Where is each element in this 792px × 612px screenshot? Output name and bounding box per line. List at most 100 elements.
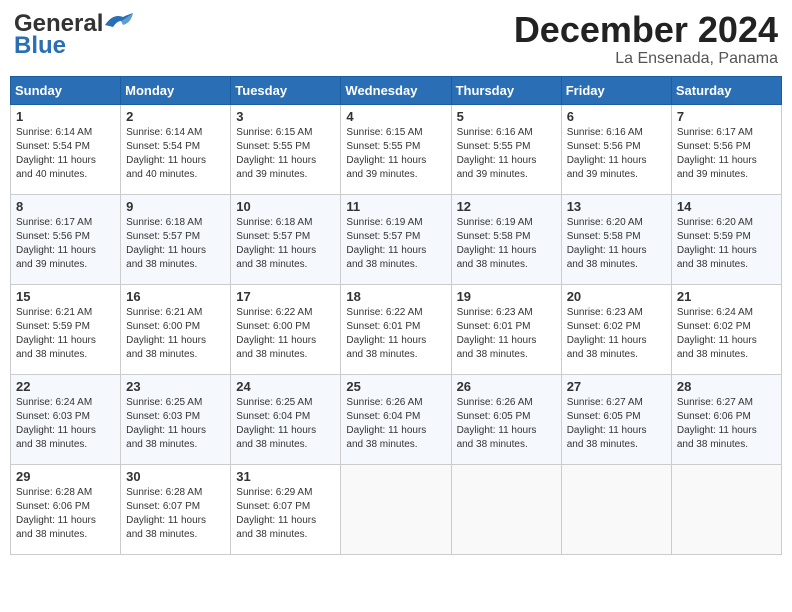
day-number: 4: [346, 109, 445, 124]
calendar-day-3: 3Sunrise: 6:15 AM Sunset: 5:55 PM Daylig…: [231, 104, 341, 194]
calendar-day-19: 19 Sunrise: 6:23 AM Sunset: 6:01 PM Dayli…: [451, 284, 561, 374]
day-header-thursday: Thursday: [451, 76, 561, 104]
day-number: 9: [126, 199, 225, 214]
calendar-week-2: 8 Sunrise: 6:17 AM Sunset: 5:56 PM Daylig…: [11, 194, 782, 284]
location: La Ensenada, Panama: [514, 50, 778, 68]
day-header-tuesday: Tuesday: [231, 76, 341, 104]
day-info: Sunrise: 6:22 AM Sunset: 6:00 PM Dayligh…: [236, 306, 335, 362]
calendar-day-26: 26 Sunrise: 6:26 AM Sunset: 6:05 PM Dayli…: [451, 374, 561, 464]
day-info: Sunrise: 6:28 AM Sunset: 6:06 PM Dayligh…: [16, 486, 115, 542]
day-number: 12: [457, 199, 556, 214]
day-info: Sunrise: 6:15 AM Sunset: 5:55 PM Dayligh…: [346, 126, 445, 182]
calendar-day-31: 31Sunrise: 6:29 AM Sunset: 6:07 PM Dayli…: [231, 464, 341, 554]
calendar-day-28: 28Sunrise: 6:27 AM Sunset: 6:06 PM Dayli…: [671, 374, 781, 464]
day-info: Sunrise: 6:26 AM Sunset: 6:04 PM Dayligh…: [346, 396, 445, 452]
day-info: Sunrise: 6:20 AM Sunset: 5:58 PM Dayligh…: [567, 216, 666, 272]
day-number: 18: [346, 289, 445, 304]
calendar-day-2: 2Sunrise: 6:14 AM Sunset: 5:54 PM Daylig…: [121, 104, 231, 194]
calendar-week-4: 22 Sunrise: 6:24 AM Sunset: 6:03 PM Dayli…: [11, 374, 782, 464]
calendar-day-14: 14 Sunrise: 6:20 AM Sunset: 5:59 PM Dayli…: [671, 194, 781, 284]
calendar-day-8: 8 Sunrise: 6:17 AM Sunset: 5:56 PM Daylig…: [11, 194, 121, 284]
day-number: 30: [126, 469, 225, 484]
calendar-day-29: 29 Sunrise: 6:28 AM Sunset: 6:06 PM Dayli…: [11, 464, 121, 554]
day-number: 16: [126, 289, 225, 304]
calendar-day-15: 15Sunrise: 6:21 AM Sunset: 5:59 PM Dayli…: [11, 284, 121, 374]
calendar-day-10: 10Sunrise: 6:18 AM Sunset: 5:57 PM Dayli…: [231, 194, 341, 284]
day-number: 23: [126, 379, 225, 394]
day-number: 29: [16, 469, 115, 484]
calendar-day-4: 4 Sunrise: 6:15 AM Sunset: 5:55 PM Daylig…: [341, 104, 451, 194]
day-info: Sunrise: 6:19 AM Sunset: 5:58 PM Dayligh…: [457, 216, 556, 272]
calendar-day-24: 24 Sunrise: 6:25 AM Sunset: 6:04 PM Dayli…: [231, 374, 341, 464]
day-info: Sunrise: 6:14 AM Sunset: 5:54 PM Dayligh…: [16, 126, 115, 182]
day-info: Sunrise: 6:27 AM Sunset: 6:05 PM Dayligh…: [567, 396, 666, 452]
calendar-day-6: 6 Sunrise: 6:16 AM Sunset: 5:56 PM Daylig…: [561, 104, 671, 194]
day-info: Sunrise: 6:23 AM Sunset: 6:02 PM Dayligh…: [567, 306, 666, 362]
calendar-week-1: 1Sunrise: 6:14 AM Sunset: 5:54 PM Daylig…: [11, 104, 782, 194]
day-number: 22: [16, 379, 115, 394]
day-info: Sunrise: 6:28 AM Sunset: 6:07 PM Dayligh…: [126, 486, 225, 542]
calendar-day-23: 23 Sunrise: 6:25 AM Sunset: 6:03 PM Dayli…: [121, 374, 231, 464]
day-info: Sunrise: 6:29 AM Sunset: 6:07 PM Dayligh…: [236, 486, 335, 542]
calendar-table: SundayMondayTuesdayWednesdayThursdayFrid…: [10, 76, 782, 555]
calendar-week-3: 15Sunrise: 6:21 AM Sunset: 5:59 PM Dayli…: [11, 284, 782, 374]
day-number: 25: [346, 379, 445, 394]
logo: General Blue: [14, 10, 135, 60]
calendar-day-22: 22 Sunrise: 6:24 AM Sunset: 6:03 PM Dayli…: [11, 374, 121, 464]
day-info: Sunrise: 6:14 AM Sunset: 5:54 PM Dayligh…: [126, 126, 225, 182]
day-number: 10: [236, 199, 335, 214]
day-number: 19: [457, 289, 556, 304]
day-info: Sunrise: 6:25 AM Sunset: 6:04 PM Dayligh…: [236, 396, 335, 452]
logo-bird-icon: [105, 13, 135, 35]
day-number: 27: [567, 379, 666, 394]
day-info: Sunrise: 6:17 AM Sunset: 5:56 PM Dayligh…: [677, 126, 776, 182]
title-block: December 2024 La Ensenada, Panama: [514, 10, 778, 68]
calendar-day-7: 7 Sunrise: 6:17 AM Sunset: 5:56 PM Daylig…: [671, 104, 781, 194]
calendar-day-30: 30 Sunrise: 6:28 AM Sunset: 6:07 PM Dayli…: [121, 464, 231, 554]
day-info: Sunrise: 6:20 AM Sunset: 5:59 PM Dayligh…: [677, 216, 776, 272]
day-number: 14: [677, 199, 776, 214]
day-number: 8: [16, 199, 115, 214]
calendar-day-1: 1Sunrise: 6:14 AM Sunset: 5:54 PM Daylig…: [11, 104, 121, 194]
day-header-monday: Monday: [121, 76, 231, 104]
day-number: 20: [567, 289, 666, 304]
calendar-day-5: 5 Sunrise: 6:16 AM Sunset: 5:55 PM Daylig…: [451, 104, 561, 194]
day-number: 5: [457, 109, 556, 124]
day-number: 11: [346, 199, 445, 214]
day-info: Sunrise: 6:22 AM Sunset: 6:01 PM Dayligh…: [346, 306, 445, 362]
calendar-day-27: 27 Sunrise: 6:27 AM Sunset: 6:05 PM Dayli…: [561, 374, 671, 464]
day-number: 24: [236, 379, 335, 394]
day-number: 6: [567, 109, 666, 124]
day-info: Sunrise: 6:21 AM Sunset: 5:59 PM Dayligh…: [16, 306, 115, 362]
day-header-wednesday: Wednesday: [341, 76, 451, 104]
day-info: Sunrise: 6:18 AM Sunset: 5:57 PM Dayligh…: [126, 216, 225, 272]
day-header-friday: Friday: [561, 76, 671, 104]
month-title: December 2024: [514, 10, 778, 50]
day-info: Sunrise: 6:25 AM Sunset: 6:03 PM Dayligh…: [126, 396, 225, 452]
day-info: Sunrise: 6:26 AM Sunset: 6:05 PM Dayligh…: [457, 396, 556, 452]
calendar-empty-cell: [451, 464, 561, 554]
day-info: Sunrise: 6:24 AM Sunset: 6:02 PM Dayligh…: [677, 306, 776, 362]
day-header-saturday: Saturday: [671, 76, 781, 104]
day-info: Sunrise: 6:24 AM Sunset: 6:03 PM Dayligh…: [16, 396, 115, 452]
page-header: General Blue December 2024 La Ensenada, …: [10, 10, 782, 68]
day-number: 26: [457, 379, 556, 394]
calendar-header-row: SundayMondayTuesdayWednesdayThursdayFrid…: [11, 76, 782, 104]
day-info: Sunrise: 6:27 AM Sunset: 6:06 PM Dayligh…: [677, 396, 776, 452]
day-info: Sunrise: 6:17 AM Sunset: 5:56 PM Dayligh…: [16, 216, 115, 272]
calendar-day-18: 18 Sunrise: 6:22 AM Sunset: 6:01 PM Dayli…: [341, 284, 451, 374]
logo-blue-text: Blue: [14, 32, 66, 60]
calendar-day-12: 12 Sunrise: 6:19 AM Sunset: 5:58 PM Dayli…: [451, 194, 561, 284]
day-info: Sunrise: 6:23 AM Sunset: 6:01 PM Dayligh…: [457, 306, 556, 362]
day-number: 17: [236, 289, 335, 304]
calendar-week-5: 29 Sunrise: 6:28 AM Sunset: 6:06 PM Dayli…: [11, 464, 782, 554]
day-header-sunday: Sunday: [11, 76, 121, 104]
calendar-day-13: 13Sunrise: 6:20 AM Sunset: 5:58 PM Dayli…: [561, 194, 671, 284]
calendar-day-20: 20 Sunrise: 6:23 AM Sunset: 6:02 PM Dayli…: [561, 284, 671, 374]
day-info: Sunrise: 6:16 AM Sunset: 5:55 PM Dayligh…: [457, 126, 556, 182]
day-number: 7: [677, 109, 776, 124]
calendar-day-17: 17 Sunrise: 6:22 AM Sunset: 6:00 PM Dayli…: [231, 284, 341, 374]
calendar-day-11: 11Sunrise: 6:19 AM Sunset: 5:57 PM Dayli…: [341, 194, 451, 284]
day-number: 3: [236, 109, 335, 124]
day-info: Sunrise: 6:16 AM Sunset: 5:56 PM Dayligh…: [567, 126, 666, 182]
